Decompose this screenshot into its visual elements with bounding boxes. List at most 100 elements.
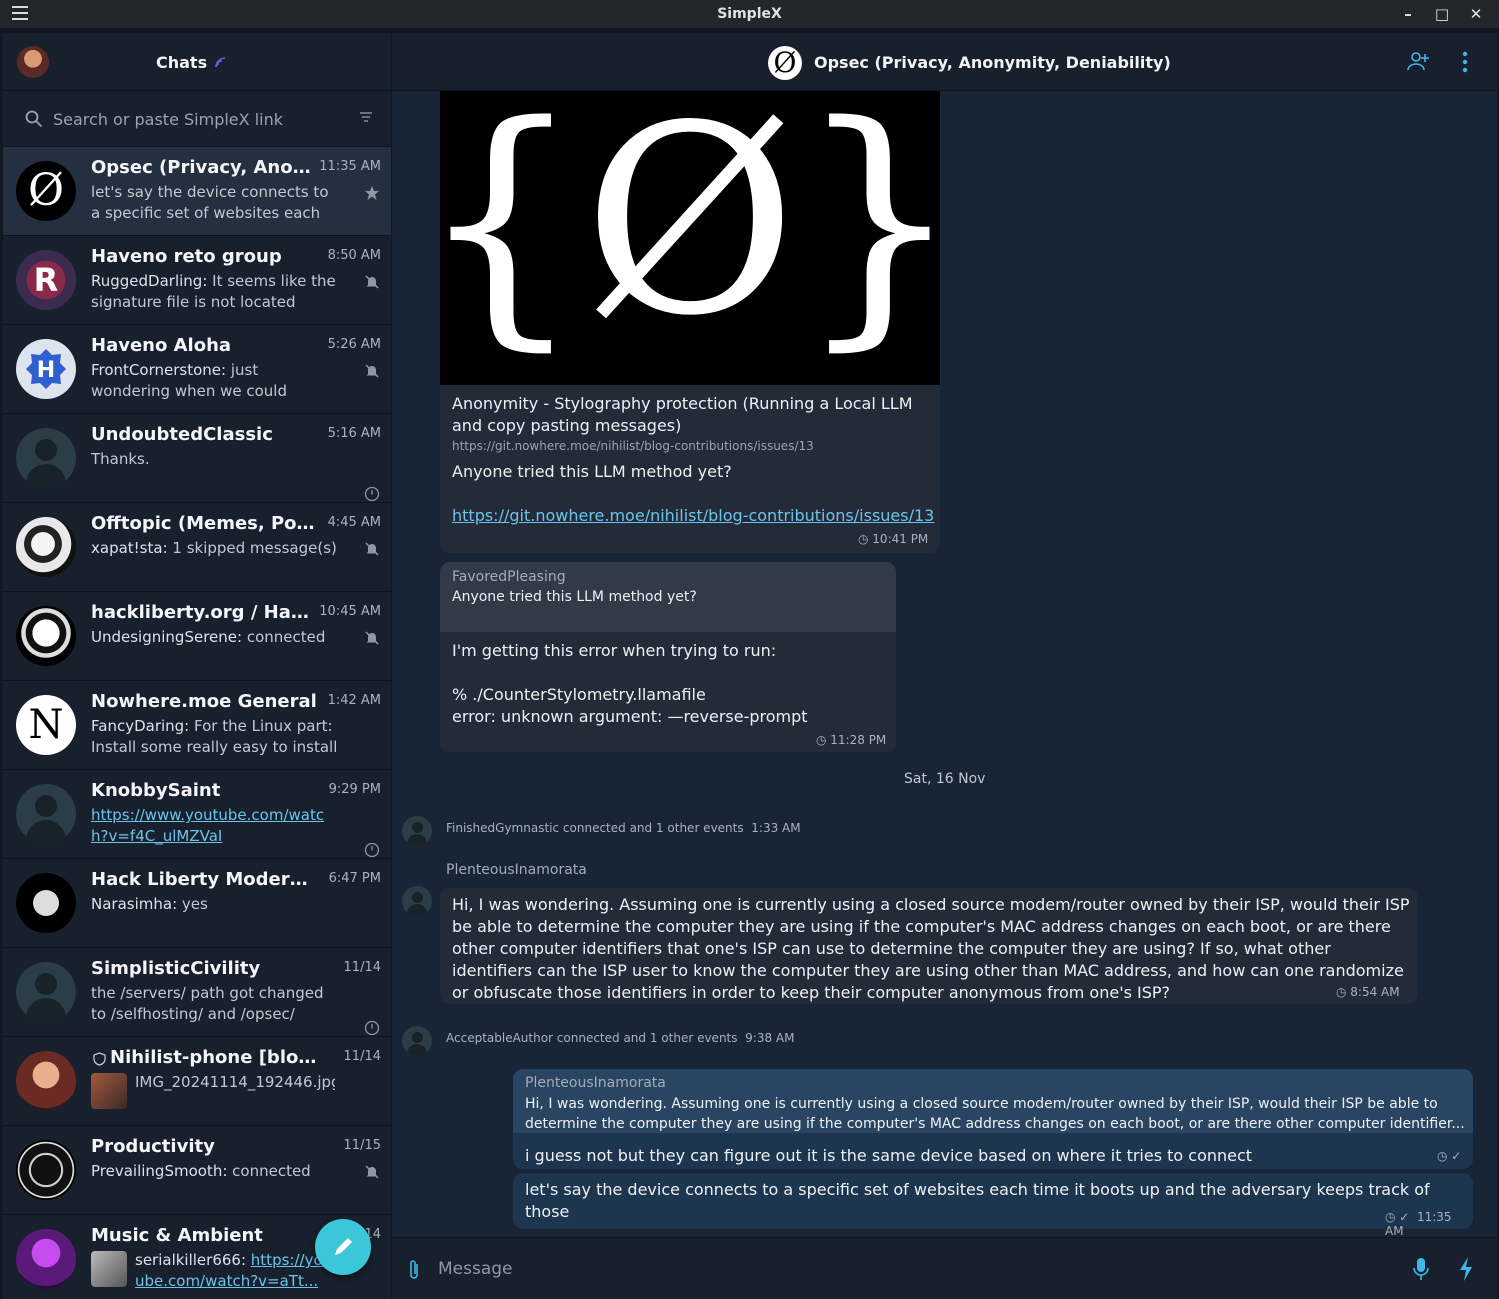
chat-list-item[interactable]: hackliberty.org / Hack ... 10:45 AM Unde… xyxy=(3,592,391,681)
sender-name: PlenteousInamorata xyxy=(446,862,587,878)
message-bubble[interactable]: Hi, I was wondering. Assuming one is cur… xyxy=(440,888,1418,1004)
my-message-bubble[interactable]: PlenteousInamorata Hi, I was wondering. … xyxy=(513,1069,1473,1169)
chat-preview: the /servers/ path got changed to /selfh… xyxy=(91,984,324,1027)
shield-icon xyxy=(93,1052,106,1066)
quoted-message[interactable]: FavoredPleasing Anyone tried this LLM me… xyxy=(440,562,896,632)
search-icon xyxy=(25,110,43,128)
new-chat-button[interactable] xyxy=(315,1219,371,1275)
muted-bell-icon xyxy=(365,1165,379,1179)
group-avatar xyxy=(16,517,76,577)
chat-preview: https://www.youtube.com/watch?v=f4C_ulMZ… xyxy=(91,805,341,847)
chat-preview: Narasimha: yes xyxy=(91,894,341,915)
chat-preview: FancyDaring: For the Linux part: Install… xyxy=(91,716,341,760)
attach-icon[interactable] xyxy=(406,1258,422,1282)
message-link[interactable]: https://git.nowhere.moe/nihilist/blog-co… xyxy=(452,505,934,527)
chat-list-item[interactable]: Ø Opsec (Privacy, Anony... 11:35 AM let'… xyxy=(3,147,391,236)
minimize-icon[interactable]: – xyxy=(1398,4,1418,24)
chat-preview: PrevailingSmooth: connected xyxy=(91,1161,341,1182)
user-profile-avatar[interactable] xyxy=(17,46,49,78)
maximize-icon[interactable]: □ xyxy=(1432,4,1452,24)
chat-time: 4:45 AM xyxy=(327,515,381,530)
preview-sender: PrevailingSmooth: xyxy=(91,1162,228,1180)
quote-sender: PlenteousInamorata xyxy=(525,1075,666,1091)
chat-list-item[interactable]: KnobbySaint 9:29 PM https://www.youtube.… xyxy=(3,770,391,859)
event-row[interactable]: FinishedGymnastic connected and 1 other … xyxy=(446,821,801,835)
message-text: i guess not but they can figure out it i… xyxy=(525,1146,1253,1165)
clock-icon xyxy=(364,1020,380,1036)
member-avatar[interactable] xyxy=(402,816,432,846)
group-avatar[interactable]: Ø xyxy=(768,46,802,80)
chat-time: 10:45 AM xyxy=(319,604,381,619)
event-row[interactable]: AcceptableAuthor connected and 1 other e… xyxy=(446,1031,794,1045)
search-input[interactable] xyxy=(53,107,353,131)
clock-icon xyxy=(364,486,380,502)
preview-text: yes xyxy=(177,895,208,913)
chat-list-item[interactable]: N Nowhere.moe General 1:42 AM FancyDarin… xyxy=(3,681,391,770)
app-window: SimpleX – □ ✕ Chats Search or paste Simp… xyxy=(0,0,1499,1299)
chat-list-item[interactable]: Nihilist-phone [blog.no... 11/14 IMG_202… xyxy=(3,1037,391,1126)
muted-bell-icon xyxy=(365,364,379,378)
chat-time: 8:50 AM xyxy=(327,248,381,263)
filter-icon[interactable] xyxy=(359,111,373,123)
event-text: AcceptableAuthor connected and 1 other e… xyxy=(446,1031,738,1045)
message-time: ◷ 10:41 PM xyxy=(858,532,929,546)
quote-text: Hi, I was wondering. Assuming one is cur… xyxy=(525,1096,1465,1132)
more-options-icon[interactable] xyxy=(1462,51,1468,73)
chat-time: 11/15 xyxy=(343,1138,381,1153)
preview-sender: FancyDaring: xyxy=(91,717,190,735)
chat-view: Ø Opsec (Privacy, Anonymity, Deniability… xyxy=(392,33,1497,1299)
group-avatar xyxy=(16,1140,76,1200)
preview-link[interactable]: https://www.youtube.com/watch?v=f4C_ulMZ… xyxy=(91,806,324,845)
preview-image-text: {Ø} xyxy=(440,91,940,373)
search-bar xyxy=(3,91,391,147)
message-composer xyxy=(392,1237,1497,1299)
member-avatar[interactable] xyxy=(402,886,432,916)
group-avatar xyxy=(16,606,76,666)
add-member-icon[interactable] xyxy=(1407,51,1429,71)
chat-title[interactable]: Opsec (Privacy, Anonymity, Deniability) xyxy=(814,53,1171,72)
chat-time: 6:47 PM xyxy=(328,871,381,886)
chat-name: Hack Liberty Moderators xyxy=(91,869,319,890)
connection-status-icon[interactable] xyxy=(213,55,229,69)
message-bubble[interactable]: FavoredPleasing Anyone tried this LLM me… xyxy=(440,562,896,752)
time-text: 10:41 PM xyxy=(872,532,929,546)
message-text: % ./CounterStylometry.llamafile xyxy=(452,685,706,704)
chat-preview: RuggedDarling: It seems like the signatu… xyxy=(91,271,341,315)
group-avatar: H xyxy=(16,339,76,399)
message-bubble[interactable]: {Ø} Anonymity - Stylography protection (… xyxy=(440,91,940,553)
live-message-icon[interactable] xyxy=(1458,1256,1474,1282)
chat-time: 11/14 xyxy=(343,960,381,975)
time-text: 11:35 AM xyxy=(1385,1210,1452,1237)
group-avatar: Ø xyxy=(16,161,76,221)
group-avatar xyxy=(16,873,76,933)
message-input[interactable] xyxy=(438,1256,1338,1282)
chat-preview: xapat!sta: 1 skipped message(s) xyxy=(91,538,341,559)
chat-header: Ø Opsec (Privacy, Anonymity, Deniability… xyxy=(392,33,1497,91)
hamburger-menu-icon[interactable] xyxy=(12,6,28,22)
chat-preview: Thanks. xyxy=(91,450,150,468)
member-avatar[interactable] xyxy=(402,1026,432,1056)
chat-list-item[interactable]: SimplisticCivility 11/14 the /servers/ p… xyxy=(3,948,391,1037)
chat-list-item[interactable]: Hack Liberty Moderators 6:47 PM Narasimh… xyxy=(3,859,391,948)
message-time: ◷ ✓ 11:35 AM xyxy=(1385,1210,1452,1237)
my-message-bubble[interactable]: let's say the device connects to a speci… xyxy=(513,1173,1473,1237)
chat-preview: serialkiller666: https://youtube.com/wat… xyxy=(135,1250,340,1292)
muted-bell-icon xyxy=(365,542,379,556)
microphone-icon[interactable] xyxy=(1412,1256,1430,1282)
event-time: 9:38 AM xyxy=(745,1031,795,1045)
chat-list-item[interactable]: UndoubtedClassic 5:16 AM Thanks. xyxy=(3,414,391,503)
message-text: Anyone tried this LLM method yet? xyxy=(452,462,732,481)
chat-list-item[interactable]: H Haveno Aloha 5:26 AM FrontCornerstone:… xyxy=(3,325,391,414)
date-separator: Sat, 16 Nov xyxy=(904,771,986,787)
chat-name: Nowhere.moe General xyxy=(91,691,317,712)
preview-sender: serialkiller666: xyxy=(135,1251,247,1269)
quoted-message[interactable]: PlenteousInamorata Hi, I was wondering. … xyxy=(513,1069,1473,1133)
message-time: ◷ 8:54 AM xyxy=(1336,985,1400,999)
chat-list-item[interactable]: R Haveno reto group 8:50 AM RuggedDarlin… xyxy=(3,236,391,325)
preview-text: 1 skipped message(s) xyxy=(167,539,337,557)
chat-list-item[interactable]: Offtopic (Memes, Politi... 4:45 AM xapat… xyxy=(3,503,391,592)
close-icon[interactable]: ✕ xyxy=(1466,4,1486,24)
chat-name: hackliberty.org / Hack ... xyxy=(91,602,319,623)
chat-list-item[interactable]: Productivity 11/15 PrevailingSmooth: con… xyxy=(3,1126,391,1215)
chat-time: 9:29 PM xyxy=(328,782,381,797)
